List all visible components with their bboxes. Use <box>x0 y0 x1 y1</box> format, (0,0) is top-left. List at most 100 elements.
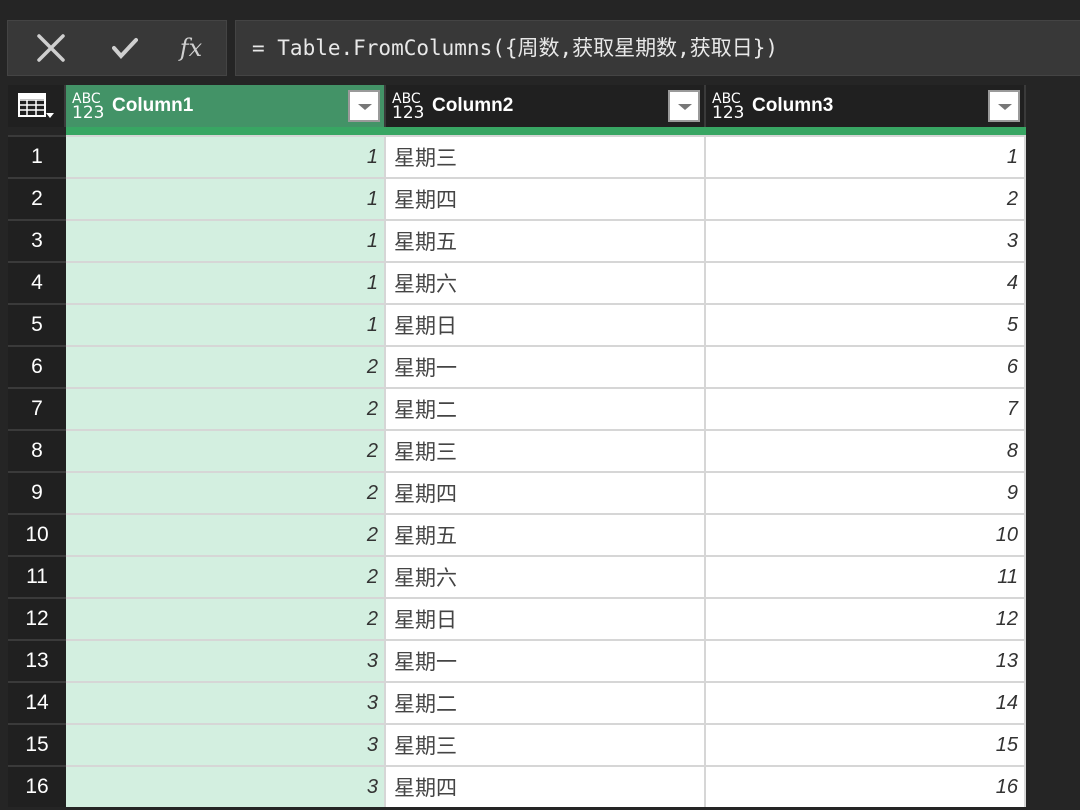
cell-column2[interactable]: 星期二 <box>386 387 706 429</box>
cell-column3[interactable]: 14 <box>706 681 1026 723</box>
cell-column1[interactable]: 1 <box>66 219 386 261</box>
filter-dropdown-button[interactable] <box>668 90 700 122</box>
any-type-icon[interactable]: ABC 123 <box>72 92 104 122</box>
cell-column1[interactable]: 2 <box>66 471 386 513</box>
row-number[interactable]: 3 <box>8 219 66 261</box>
column-quality-bar <box>706 127 1026 135</box>
cell-column1[interactable]: 1 <box>66 177 386 219</box>
row-number[interactable]: 5 <box>8 303 66 345</box>
row-number[interactable]: 10 <box>8 513 66 555</box>
cell-column1[interactable]: 2 <box>66 429 386 471</box>
formula-buttons: fx <box>7 20 227 76</box>
row-number[interactable]: 1 <box>8 135 66 177</box>
cell-column1[interactable]: 2 <box>66 345 386 387</box>
cell-column3[interactable]: 2 <box>706 177 1026 219</box>
cell-column2[interactable]: 星期一 <box>386 639 706 681</box>
row-number[interactable]: 7 <box>8 387 66 429</box>
column-header-3[interactable]: ABC 123 Column3 <box>706 85 1026 127</box>
row-number[interactable]: 16 <box>8 765 66 807</box>
row-number[interactable]: 14 <box>8 681 66 723</box>
confirm-button[interactable] <box>100 21 150 75</box>
table-row: 1 1 星期三 1 <box>8 135 1026 177</box>
cell-column1[interactable]: 3 <box>66 639 386 681</box>
cell-column3[interactable]: 4 <box>706 261 1026 303</box>
cell-column2[interactable]: 星期日 <box>386 597 706 639</box>
column-quality-bar <box>386 127 706 135</box>
row-number[interactable]: 13 <box>8 639 66 681</box>
cell-column2[interactable]: 星期四 <box>386 177 706 219</box>
cell-column2[interactable]: 星期三 <box>386 429 706 471</box>
row-number[interactable]: 9 <box>8 471 66 513</box>
cell-column2[interactable]: 星期三 <box>386 723 706 765</box>
table-row: 3 1 星期五 3 <box>8 219 1026 261</box>
table-icon <box>18 93 54 118</box>
cell-column3[interactable]: 9 <box>706 471 1026 513</box>
cell-column3[interactable]: 15 <box>706 723 1026 765</box>
column-header-2[interactable]: ABC 123 Column2 <box>386 85 706 127</box>
cell-column3[interactable]: 11 <box>706 555 1026 597</box>
cell-column3[interactable]: 10 <box>706 513 1026 555</box>
formula-input[interactable]: = Table.FromColumns({周数,获取星期数,获取日}) <box>235 20 1080 76</box>
row-number[interactable]: 12 <box>8 597 66 639</box>
cell-column3[interactable]: 16 <box>706 765 1026 807</box>
filter-dropdown-button[interactable] <box>348 90 380 122</box>
cell-column2[interactable]: 星期六 <box>386 555 706 597</box>
cell-column1[interactable]: 1 <box>66 261 386 303</box>
cell-column2[interactable]: 星期一 <box>386 345 706 387</box>
cell-column1[interactable]: 1 <box>66 135 386 177</box>
cell-column3[interactable]: 3 <box>706 219 1026 261</box>
cell-column1[interactable]: 3 <box>66 723 386 765</box>
row-number[interactable]: 6 <box>8 345 66 387</box>
cell-column3[interactable]: 6 <box>706 345 1026 387</box>
row-number[interactable]: 15 <box>8 723 66 765</box>
table-menu-button[interactable] <box>8 85 66 127</box>
cell-column1[interactable]: 2 <box>66 387 386 429</box>
type-123: 123 <box>392 103 425 123</box>
cell-column3[interactable]: 7 <box>706 387 1026 429</box>
table-row: 9 2 星期四 9 <box>8 471 1026 513</box>
cell-column2[interactable]: 星期二 <box>386 681 706 723</box>
filter-dropdown-button[interactable] <box>988 90 1020 122</box>
cell-column2[interactable]: 星期三 <box>386 135 706 177</box>
cell-column2[interactable]: 星期四 <box>386 765 706 807</box>
cell-column1[interactable]: 1 <box>66 303 386 345</box>
cell-column2[interactable]: 星期六 <box>386 261 706 303</box>
type-123: 123 <box>712 103 745 123</box>
row-number[interactable]: 8 <box>8 429 66 471</box>
cell-column3[interactable]: 5 <box>706 303 1026 345</box>
row-number[interactable]: 4 <box>8 261 66 303</box>
cell-column3[interactable]: 12 <box>706 597 1026 639</box>
fx-button[interactable]: fx <box>166 21 216 75</box>
cell-column1[interactable]: 2 <box>66 597 386 639</box>
table-row: 2 1 星期四 2 <box>8 177 1026 219</box>
cell-column2[interactable]: 星期日 <box>386 303 706 345</box>
table-row: 7 2 星期二 7 <box>8 387 1026 429</box>
column-name: Column3 <box>752 95 834 116</box>
column-quality-bar <box>66 127 386 135</box>
row-number[interactable]: 2 <box>8 177 66 219</box>
column-name: Column2 <box>432 95 514 116</box>
cell-column1[interactable]: 2 <box>66 555 386 597</box>
cell-column1[interactable]: 3 <box>66 765 386 807</box>
cell-column2[interactable]: 星期四 <box>386 471 706 513</box>
cell-column2[interactable]: 星期五 <box>386 513 706 555</box>
cell-column3[interactable]: 13 <box>706 639 1026 681</box>
any-type-icon[interactable]: ABC 123 <box>712 92 745 123</box>
cell-column3[interactable]: 1 <box>706 135 1026 177</box>
any-type-icon[interactable]: ABC 123 <box>392 92 425 123</box>
row-number[interactable]: 11 <box>8 555 66 597</box>
cell-column3[interactable]: 8 <box>706 429 1026 471</box>
column-name: Column1 <box>112 95 194 116</box>
table-row: 15 3 星期三 15 <box>8 723 1026 765</box>
fx-icon: fx <box>179 34 203 62</box>
table-row: 14 3 星期二 14 <box>8 681 1026 723</box>
cancel-button[interactable] <box>26 21 76 75</box>
x-icon <box>37 34 65 62</box>
cell-column1[interactable]: 3 <box>66 681 386 723</box>
column-header-1[interactable]: ABC 123 Column1 <box>66 85 386 127</box>
cell-column1[interactable]: 2 <box>66 513 386 555</box>
table-row: 10 2 星期五 10 <box>8 513 1026 555</box>
table-row: 12 2 星期日 12 <box>8 597 1026 639</box>
table-row: 6 2 星期一 6 <box>8 345 1026 387</box>
cell-column2[interactable]: 星期五 <box>386 219 706 261</box>
